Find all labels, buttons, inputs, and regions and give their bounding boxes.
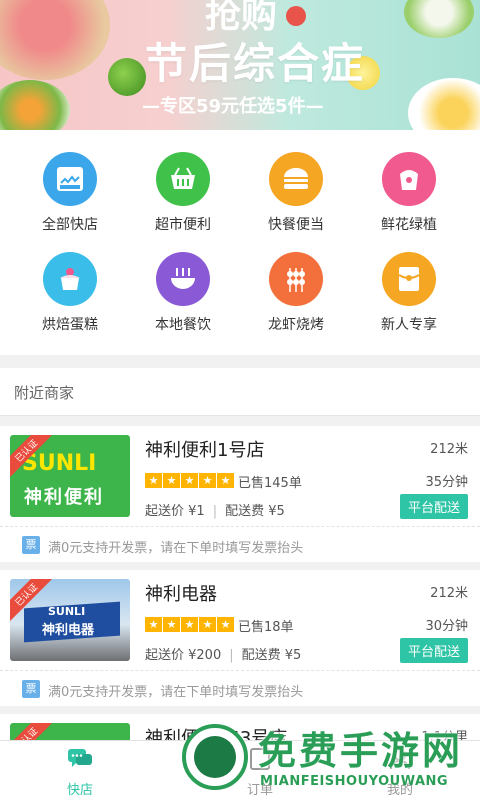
merchant-thumbnail: SUNLI 神利便利 已认证: [10, 435, 130, 517]
merchant-fees: 起送价 ¥200 | 配送费 ¥5: [145, 648, 302, 663]
merchant-name: 神利电器: [145, 584, 217, 605]
banner-headline: 节后综合症: [145, 39, 366, 88]
category-fast-food[interactable]: 快餐便当: [241, 152, 351, 234]
merchant-card[interactable]: SUNLI 神利电器 已认证 神利电器 212米 ★ ★ ★ ★ ★ 已售18单 30分…: [0, 570, 480, 706]
tomato-image: [286, 6, 306, 26]
merchant-thumbnail: SUNLI 神利电器 已认证: [10, 579, 130, 661]
merchant-distance: 212米: [430, 442, 468, 457]
thumb-brand-en: SUNLI: [48, 605, 86, 618]
category-label: 烘焙蛋糕: [42, 317, 98, 333]
category-label: 本地餐饮: [155, 317, 211, 333]
tab-stores[interactable]: 快店: [40, 747, 120, 798]
flower-bag-icon: [382, 152, 436, 206]
watermark-text-cn: 免费手游网: [258, 729, 464, 773]
basket-icon: [156, 152, 210, 206]
lime-image: [108, 58, 146, 96]
cake-icon: [43, 252, 97, 306]
min-price: 起送价 ¥200: [145, 648, 222, 663]
min-price: 起送价 ¥1: [145, 504, 205, 519]
rating-stars: ★ ★ ★ ★ ★: [145, 617, 234, 632]
invoice-promo: 票 满0元支持开发票，请在下单时填写发票抬头: [0, 526, 480, 562]
category-label: 全部快店: [42, 217, 98, 233]
thumb-brand-cn: 神利便利: [24, 487, 104, 508]
noodle-bowl-icon: [156, 252, 210, 306]
delivery-fee: 配送费 ¥5: [241, 648, 302, 663]
promo-banner[interactable]: 抢购 节后综合症 —专区59元任选5件—: [0, 0, 480, 130]
category-grid: 全部快店 超市便利 快餐便当 鲜花绿植 烘焙蛋糕 本地餐饮 龙虾烧烤 新人专享: [0, 130, 480, 355]
grapefruit-image: [0, 0, 110, 80]
category-flowers[interactable]: 鲜花绿植: [354, 152, 464, 234]
category-local-dining[interactable]: 本地餐饮: [128, 252, 238, 334]
merchant-card[interactable]: SUNLI 神利便利 已认证 神利便利1号店 212米 ★ ★ ★ ★ ★ 已售145单…: [0, 426, 480, 562]
site-watermark: 免费手游网 MIANFEISHOUYOUWANG: [182, 718, 480, 800]
merchant-fees: 起送价 ¥1 | 配送费 ¥5: [145, 504, 285, 519]
category-label: 快餐便当: [268, 217, 324, 233]
gift-envelope-icon: [382, 252, 436, 306]
platform-delivery-badge: 平台配送: [399, 638, 468, 663]
rating-stars: ★ ★ ★ ★ ★: [145, 473, 234, 488]
tab-label: 快店: [66, 783, 93, 798]
store-icon: [43, 152, 97, 206]
merchant-distance: 212米: [430, 586, 468, 601]
category-label: 超市便利: [155, 217, 211, 233]
delivery-fee: 配送费 ¥5: [225, 504, 285, 519]
nearby-merchants-header: 附近商家: [0, 368, 480, 416]
category-bakery[interactable]: 烘焙蛋糕: [15, 252, 125, 334]
section-title: 附近商家: [14, 384, 75, 402]
category-label: 龙虾烧烤: [268, 317, 324, 333]
delivery-time: 30分钟: [425, 619, 468, 634]
category-new-user[interactable]: 新人专享: [354, 252, 464, 334]
delivery-time: 35分钟: [425, 475, 468, 490]
invoice-icon: 票: [22, 536, 40, 554]
promo-text: 满0元支持开发票，请在下单时填写发票抬头: [48, 685, 304, 700]
thumb-brand-en: SUNLI: [22, 451, 97, 476]
thumb-brand-cn: 神利电器: [42, 623, 95, 638]
merchant-name: 神利便利1号店: [145, 440, 265, 461]
skewer-icon: [269, 252, 323, 306]
merchant-sold: 已售145单: [238, 476, 302, 491]
salad-image: [0, 80, 70, 130]
category-supermarket[interactable]: 超市便利: [128, 152, 238, 234]
platform-delivery-badge: 平台配送: [399, 494, 468, 519]
banner-subline: —专区59元任选5件—: [142, 96, 324, 117]
invoice-icon: 票: [22, 680, 40, 698]
chat-bubbles-icon: [68, 749, 92, 767]
category-bbq[interactable]: 龙虾烧烤: [241, 252, 351, 334]
category-label: 鲜花绿植: [381, 217, 437, 233]
guava-image: [404, 0, 474, 38]
category-all-stores[interactable]: 全部快店: [15, 152, 125, 234]
promo-text: 满0元支持开发票，请在下单时填写发票抬头: [48, 541, 304, 556]
invoice-promo: 票 满0元支持开发票，请在下单时填写发票抬头: [0, 670, 480, 706]
category-label: 新人专享: [381, 317, 437, 333]
watermark-text-en: MIANFEISHOUYOUWANG: [260, 774, 449, 789]
fruit-plate-image: [408, 78, 480, 130]
burger-icon: [269, 152, 323, 206]
merchant-sold: 已售18单: [238, 620, 294, 635]
watermark-logo-icon: [182, 724, 248, 790]
